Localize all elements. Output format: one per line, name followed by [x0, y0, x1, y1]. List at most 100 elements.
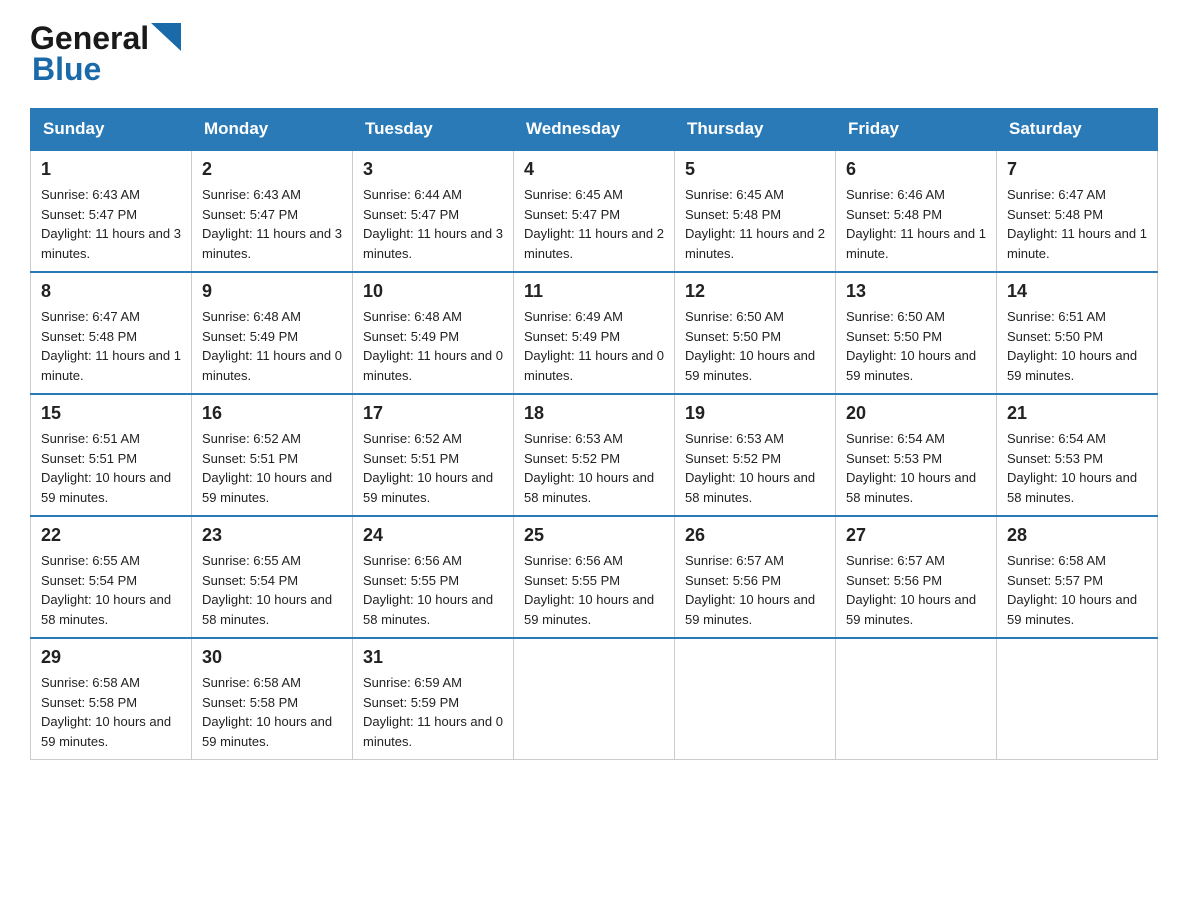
day-number: 28 [1007, 525, 1147, 546]
day-number: 19 [685, 403, 825, 424]
day-info: Sunrise: 6:55 AM Sunset: 5:54 PM Dayligh… [202, 551, 342, 629]
sunrise: Sunrise: 6:47 AM [41, 307, 181, 327]
day-info: Sunrise: 6:56 AM Sunset: 5:55 PM Dayligh… [363, 551, 503, 629]
day-info: Sunrise: 6:54 AM Sunset: 5:53 PM Dayligh… [1007, 429, 1147, 507]
daylight: Daylight: 10 hours and 59 minutes. [846, 346, 986, 385]
daylight: Daylight: 11 hours and 0 minutes. [202, 346, 342, 385]
sunrise: Sunrise: 6:57 AM [846, 551, 986, 571]
day-info: Sunrise: 6:59 AM Sunset: 5:59 PM Dayligh… [363, 673, 503, 751]
sunset: Sunset: 5:48 PM [685, 205, 825, 225]
day-info: Sunrise: 6:53 AM Sunset: 5:52 PM Dayligh… [524, 429, 664, 507]
day-info: Sunrise: 6:47 AM Sunset: 5:48 PM Dayligh… [41, 307, 181, 385]
day-number: 6 [846, 159, 986, 180]
calendar-day-cell: 30 Sunrise: 6:58 AM Sunset: 5:58 PM Dayl… [192, 638, 353, 760]
calendar-day-cell: 5 Sunrise: 6:45 AM Sunset: 5:48 PM Dayli… [675, 150, 836, 272]
day-info: Sunrise: 6:45 AM Sunset: 5:48 PM Dayligh… [685, 185, 825, 263]
daylight: Daylight: 10 hours and 59 minutes. [524, 590, 664, 629]
day-info: Sunrise: 6:43 AM Sunset: 5:47 PM Dayligh… [41, 185, 181, 263]
calendar-day-cell: 17 Sunrise: 6:52 AM Sunset: 5:51 PM Dayl… [353, 394, 514, 516]
day-info: Sunrise: 6:56 AM Sunset: 5:55 PM Dayligh… [524, 551, 664, 629]
sunset: Sunset: 5:50 PM [1007, 327, 1147, 347]
day-info: Sunrise: 6:53 AM Sunset: 5:52 PM Dayligh… [685, 429, 825, 507]
col-monday: Monday [192, 109, 353, 151]
sunrise: Sunrise: 6:51 AM [1007, 307, 1147, 327]
daylight: Daylight: 10 hours and 58 minutes. [685, 468, 825, 507]
sunset: Sunset: 5:48 PM [846, 205, 986, 225]
logo-blue-text: Blue [32, 51, 101, 88]
calendar-day-cell: 8 Sunrise: 6:47 AM Sunset: 5:48 PM Dayli… [31, 272, 192, 394]
calendar-day-cell: 2 Sunrise: 6:43 AM Sunset: 5:47 PM Dayli… [192, 150, 353, 272]
daylight: Daylight: 10 hours and 59 minutes. [202, 468, 342, 507]
col-thursday: Thursday [675, 109, 836, 151]
sunset: Sunset: 5:47 PM [202, 205, 342, 225]
calendar-week-row: 29 Sunrise: 6:58 AM Sunset: 5:58 PM Dayl… [31, 638, 1158, 760]
sunrise: Sunrise: 6:52 AM [202, 429, 342, 449]
sunset: Sunset: 5:50 PM [846, 327, 986, 347]
logo-arrow-icon [151, 23, 181, 55]
sunrise: Sunrise: 6:45 AM [524, 185, 664, 205]
day-info: Sunrise: 6:43 AM Sunset: 5:47 PM Dayligh… [202, 185, 342, 263]
calendar-day-cell: 27 Sunrise: 6:57 AM Sunset: 5:56 PM Dayl… [836, 516, 997, 638]
calendar-day-cell: 25 Sunrise: 6:56 AM Sunset: 5:55 PM Dayl… [514, 516, 675, 638]
sunrise: Sunrise: 6:50 AM [846, 307, 986, 327]
col-friday: Friday [836, 109, 997, 151]
day-info: Sunrise: 6:58 AM Sunset: 5:58 PM Dayligh… [41, 673, 181, 751]
sunrise: Sunrise: 6:55 AM [41, 551, 181, 571]
sunset: Sunset: 5:49 PM [202, 327, 342, 347]
daylight: Daylight: 10 hours and 58 minutes. [846, 468, 986, 507]
sunrise: Sunrise: 6:51 AM [41, 429, 181, 449]
sunset: Sunset: 5:54 PM [41, 571, 181, 591]
day-number: 24 [363, 525, 503, 546]
sunrise: Sunrise: 6:52 AM [363, 429, 503, 449]
calendar-day-cell: 18 Sunrise: 6:53 AM Sunset: 5:52 PM Dayl… [514, 394, 675, 516]
sunset: Sunset: 5:58 PM [41, 693, 181, 713]
day-number: 16 [202, 403, 342, 424]
sunset: Sunset: 5:47 PM [524, 205, 664, 225]
day-number: 30 [202, 647, 342, 668]
daylight: Daylight: 11 hours and 1 minute. [846, 224, 986, 263]
sunset: Sunset: 5:50 PM [685, 327, 825, 347]
daylight: Daylight: 10 hours and 59 minutes. [363, 468, 503, 507]
calendar-day-cell: 26 Sunrise: 6:57 AM Sunset: 5:56 PM Dayl… [675, 516, 836, 638]
daylight: Daylight: 10 hours and 58 minutes. [41, 590, 181, 629]
sunset: Sunset: 5:49 PM [363, 327, 503, 347]
day-info: Sunrise: 6:57 AM Sunset: 5:56 PM Dayligh… [685, 551, 825, 629]
calendar-day-cell: 22 Sunrise: 6:55 AM Sunset: 5:54 PM Dayl… [31, 516, 192, 638]
sunset: Sunset: 5:51 PM [202, 449, 342, 469]
sunset: Sunset: 5:47 PM [41, 205, 181, 225]
day-number: 20 [846, 403, 986, 424]
day-number: 4 [524, 159, 664, 180]
sunrise: Sunrise: 6:43 AM [41, 185, 181, 205]
day-number: 9 [202, 281, 342, 302]
daylight: Daylight: 11 hours and 0 minutes. [363, 712, 503, 751]
sunset: Sunset: 5:56 PM [685, 571, 825, 591]
sunset: Sunset: 5:53 PM [846, 449, 986, 469]
daylight: Daylight: 11 hours and 3 minutes. [41, 224, 181, 263]
day-info: Sunrise: 6:50 AM Sunset: 5:50 PM Dayligh… [846, 307, 986, 385]
sunrise: Sunrise: 6:46 AM [846, 185, 986, 205]
daylight: Daylight: 11 hours and 0 minutes. [524, 346, 664, 385]
sunrise: Sunrise: 6:56 AM [524, 551, 664, 571]
calendar-day-cell: 29 Sunrise: 6:58 AM Sunset: 5:58 PM Dayl… [31, 638, 192, 760]
sunrise: Sunrise: 6:49 AM [524, 307, 664, 327]
sunset: Sunset: 5:53 PM [1007, 449, 1147, 469]
day-number: 26 [685, 525, 825, 546]
calendar-day-cell: 16 Sunrise: 6:52 AM Sunset: 5:51 PM Dayl… [192, 394, 353, 516]
sunset: Sunset: 5:55 PM [524, 571, 664, 591]
day-number: 14 [1007, 281, 1147, 302]
day-info: Sunrise: 6:54 AM Sunset: 5:53 PM Dayligh… [846, 429, 986, 507]
page-header: General Blue [30, 20, 1158, 88]
calendar-day-cell: 10 Sunrise: 6:48 AM Sunset: 5:49 PM Dayl… [353, 272, 514, 394]
day-number: 17 [363, 403, 503, 424]
calendar-day-cell [675, 638, 836, 760]
calendar-week-row: 8 Sunrise: 6:47 AM Sunset: 5:48 PM Dayli… [31, 272, 1158, 394]
day-info: Sunrise: 6:50 AM Sunset: 5:50 PM Dayligh… [685, 307, 825, 385]
calendar-day-cell: 4 Sunrise: 6:45 AM Sunset: 5:47 PM Dayli… [514, 150, 675, 272]
day-info: Sunrise: 6:44 AM Sunset: 5:47 PM Dayligh… [363, 185, 503, 263]
sunset: Sunset: 5:48 PM [41, 327, 181, 347]
calendar-day-cell: 31 Sunrise: 6:59 AM Sunset: 5:59 PM Dayl… [353, 638, 514, 760]
day-number: 1 [41, 159, 181, 180]
sunset: Sunset: 5:55 PM [363, 571, 503, 591]
calendar-day-cell: 12 Sunrise: 6:50 AM Sunset: 5:50 PM Dayl… [675, 272, 836, 394]
sunset: Sunset: 5:51 PM [363, 449, 503, 469]
